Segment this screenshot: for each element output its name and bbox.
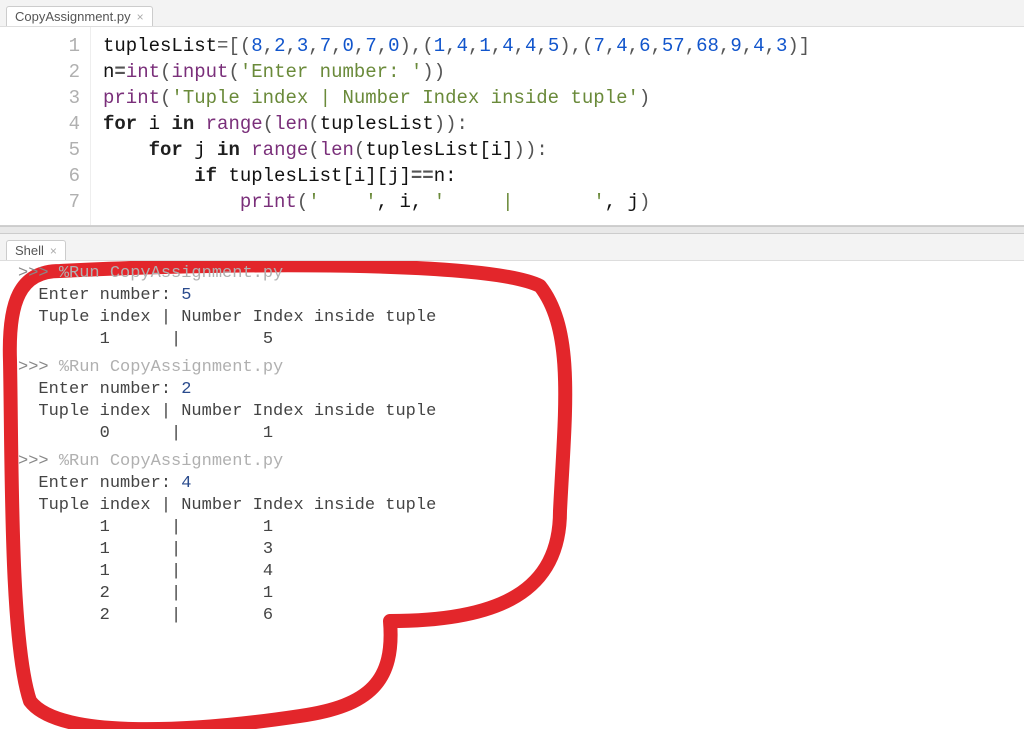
shell-input-line: Enter number: 2 [18,379,1024,401]
code-line-5: for j in range(len(tuplesList[i])): [103,137,1024,163]
line-number: 4 [0,111,80,137]
shell-output-header: Tuple index | Number Index inside tuple [18,307,1024,329]
code-line-7: print(' ', i, ' | ', j) [103,189,1024,215]
shell-prompt-line: >>> %Run CopyAssignment.py [18,451,1024,473]
shell-output: >>> %Run CopyAssignment.py Enter number:… [0,261,1024,641]
line-number: 1 [0,33,80,59]
shell-output-row: 2 | 1 [18,583,1024,605]
line-number: 6 [0,163,80,189]
shell-prompt-line: >>> %Run CopyAssignment.py [18,263,1024,285]
shell-tab[interactable]: Shell × [6,240,66,260]
code-line-1: tuplesList=[(8,2,3,7,0,7,0),(1,4,1,4,4,5… [103,33,1024,59]
shell-run-block: >>> %Run CopyAssignment.py Enter number:… [18,451,1024,627]
code-line-2: n=int(input('Enter number: ')) [103,59,1024,85]
pane-divider[interactable] [0,226,1024,234]
close-icon[interactable]: × [137,11,144,23]
shell-output-header: Tuple index | Number Index inside tuple [18,401,1024,423]
close-icon[interactable]: × [50,245,57,257]
shell-output-row: 2 | 6 [18,605,1024,627]
shell-output-row: 1 | 1 [18,517,1024,539]
editor-tab[interactable]: CopyAssignment.py × [6,6,153,26]
code-area[interactable]: tuplesList=[(8,2,3,7,0,7,0),(1,4,1,4,4,5… [91,27,1024,225]
shell-output-row: 1 | 3 [18,539,1024,561]
shell-tab-label: Shell [15,243,44,258]
shell-input-line: Enter number: 4 [18,473,1024,495]
line-number: 7 [0,189,80,215]
editor-tab-bar: CopyAssignment.py × [0,0,1024,27]
shell-output-row: 0 | 1 [18,423,1024,445]
shell-output-header: Tuple index | Number Index inside tuple [18,495,1024,517]
code-editor[interactable]: 1 2 3 4 5 6 7 tuplesList=[(8,2,3,7,0,7,0… [0,27,1024,226]
code-line-4: for i in range(len(tuplesList)): [103,111,1024,137]
editor-tab-label: CopyAssignment.py [15,9,131,24]
shell-input-line: Enter number: 5 [18,285,1024,307]
shell-prompt-line: >>> %Run CopyAssignment.py [18,357,1024,379]
line-number: 5 [0,137,80,163]
line-number: 2 [0,59,80,85]
code-line-3: print('Tuple index | Number Index inside… [103,85,1024,111]
line-number-gutter: 1 2 3 4 5 6 7 [0,27,91,225]
shell-pane[interactable]: >>> %Run CopyAssignment.py Enter number:… [0,261,1024,641]
shell-tab-bar: Shell × [0,234,1024,261]
shell-output-row: 1 | 4 [18,561,1024,583]
line-number: 3 [0,85,80,111]
shell-run-block: >>> %Run CopyAssignment.py Enter number:… [18,263,1024,351]
code-line-6: if tuplesList[i][j]==n: [103,163,1024,189]
shell-run-block: >>> %Run CopyAssignment.py Enter number:… [18,357,1024,445]
shell-output-row: 1 | 5 [18,329,1024,351]
